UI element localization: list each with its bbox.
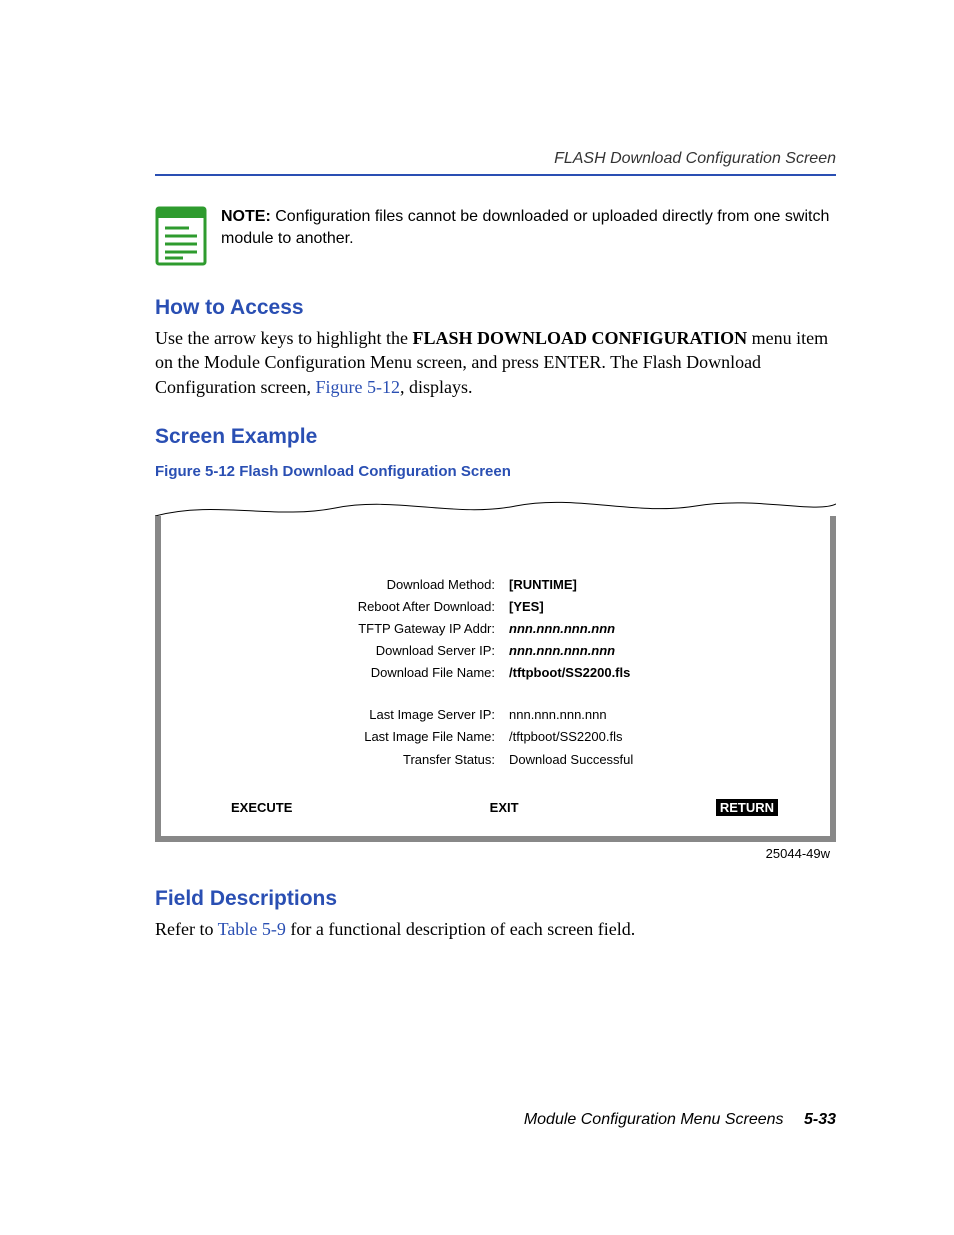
field-label: Download Method: <box>185 574 509 596</box>
page-footer: Module Configuration Menu Screens 5-33 <box>155 1111 836 1129</box>
execute-button[interactable]: EXECUTE <box>231 800 292 815</box>
menu-item-name: FLASH DOWNLOAD CONFIGURATION <box>412 328 747 348</box>
field-label: Last Image File Name: <box>185 726 509 748</box>
field-row: Last Image Server IP:nnn.nnn.nnn.nnn <box>185 704 806 726</box>
text-fragment: , displays. <box>400 377 473 397</box>
field-descriptions-paragraph: Refer to Table 5-9 for a functional desc… <box>155 917 836 941</box>
field-label: Transfer Status: <box>185 749 509 771</box>
page-number: 5-33 <box>804 1111 836 1128</box>
field-label: Last Image Server IP: <box>185 704 509 726</box>
field-label: Reboot After Download: <box>185 596 509 618</box>
table-reference-link[interactable]: Table 5-9 <box>218 919 286 939</box>
heading-screen-example: Screen Example <box>155 425 836 449</box>
heading-how-to-access: How to Access <box>155 296 836 320</box>
page: FLASH Download Configuration Screen <box>0 0 954 1209</box>
field-value: nnn.nnn.nnn.nnn <box>509 704 607 726</box>
text-fragment: Use the arrow keys to highlight the <box>155 328 412 348</box>
return-button[interactable]: RETURN <box>716 799 778 816</box>
text-fragment: Refer to <box>155 919 218 939</box>
field-value: /tftpboot/SS2200.fls <box>509 662 630 684</box>
field-row: Download Method:[RUNTIME] <box>185 574 806 596</box>
field-row: Transfer Status:Download Successful <box>185 749 806 771</box>
note-icon <box>155 206 207 266</box>
field-row: Download Server IP:nnn.nnn.nnn.nnn <box>185 640 806 662</box>
field-value: [YES] <box>509 596 544 618</box>
figure-id-label: 25044-49w <box>155 846 836 861</box>
screen-button-row: EXECUTE EXIT RETURN <box>185 799 806 816</box>
note-block: NOTE: Configuration files cannot be down… <box>155 206 836 266</box>
field-row: Reboot After Download:[YES] <box>185 596 806 618</box>
figure-caption: Figure 5-12 Flash Download Configuration… <box>155 463 836 480</box>
how-to-access-paragraph: Use the arrow keys to highlight the FLAS… <box>155 326 836 399</box>
field-value: [RUNTIME] <box>509 574 577 596</box>
note-text: NOTE: Configuration files cannot be down… <box>221 206 836 251</box>
figure-reference-link[interactable]: Figure 5-12 <box>315 377 400 397</box>
screen-frame: Download Method:[RUNTIME] Reboot After D… <box>155 516 836 842</box>
field-value: /tftpboot/SS2200.fls <box>509 726 622 748</box>
field-label: TFTP Gateway IP Addr: <box>185 618 509 640</box>
note-body: Configuration files cannot be downloaded… <box>221 208 829 247</box>
field-value: nnn.nnn.nnn.nnn <box>509 640 615 662</box>
heading-field-descriptions: Field Descriptions <box>155 887 836 911</box>
screen-figure: Download Method:[RUNTIME] Reboot After D… <box>155 496 836 861</box>
screen-rows-group-2: Last Image Server IP:nnn.nnn.nnn.nnn Las… <box>185 704 806 770</box>
field-row: Last Image File Name:/tftpboot/SS2200.fl… <box>185 726 806 748</box>
field-label: Download Server IP: <box>185 640 509 662</box>
field-row: TFTP Gateway IP Addr:nnn.nnn.nnn.nnn <box>185 618 806 640</box>
field-label: Download File Name: <box>185 662 509 684</box>
header-rule <box>155 174 836 176</box>
note-label: NOTE: <box>221 208 271 225</box>
text-fragment: for a functional description of each scr… <box>286 919 635 939</box>
footer-text: Module Configuration Menu Screens <box>524 1111 784 1128</box>
field-value: nnn.nnn.nnn.nnn <box>509 618 615 640</box>
field-value: Download Successful <box>509 749 633 771</box>
exit-button[interactable]: EXIT <box>490 800 519 815</box>
screen-rows-group-1: Download Method:[RUNTIME] Reboot After D… <box>185 574 806 684</box>
running-header: FLASH Download Configuration Screen <box>155 150 836 168</box>
field-row: Download File Name:/tftpboot/SS2200.fls <box>185 662 806 684</box>
